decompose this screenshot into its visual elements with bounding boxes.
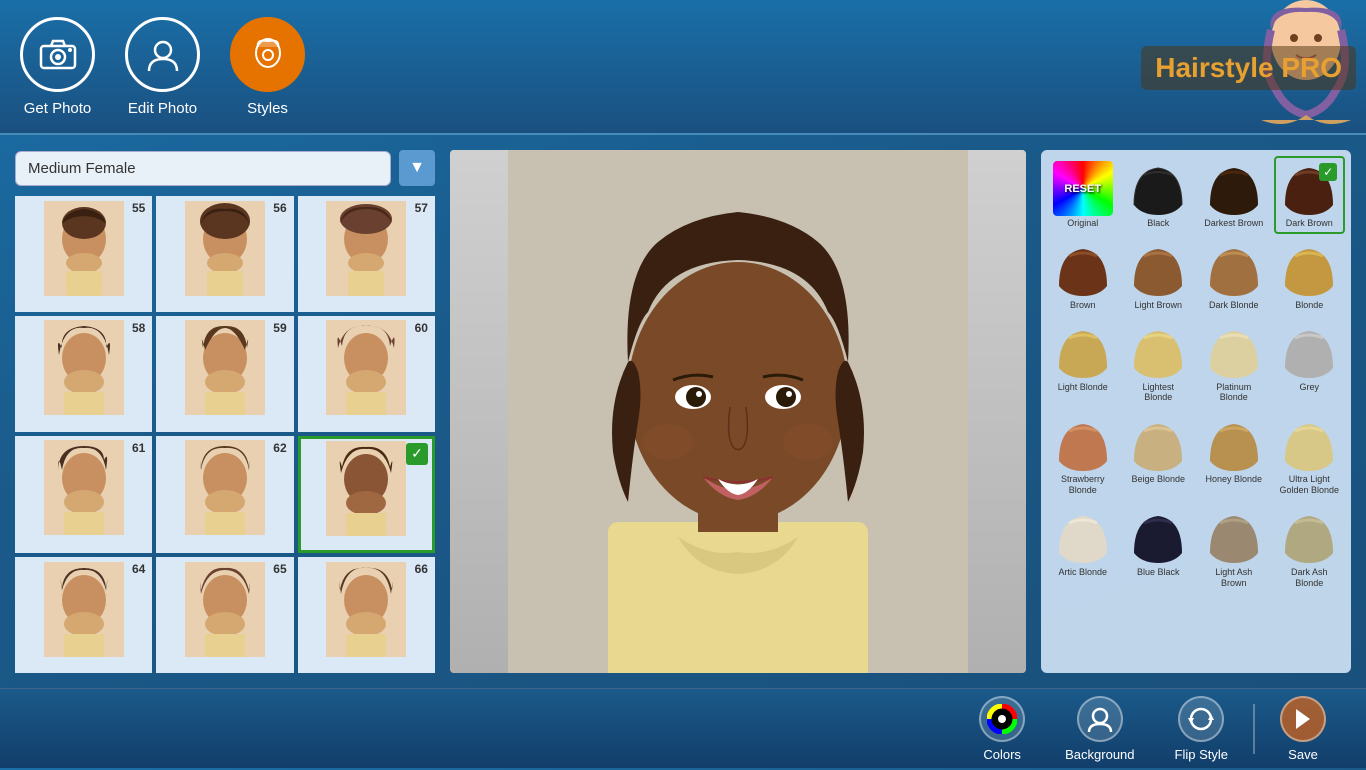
dropdown-arrow[interactable]: ▼ — [399, 150, 435, 186]
color-strawberry-blonde[interactable]: Strawberry Blonde — [1047, 412, 1119, 501]
center-photo — [450, 150, 1026, 673]
color-honey-blonde[interactable]: Honey Blonde — [1198, 412, 1270, 501]
main-content: Medium Female Short Female Long Female M… — [0, 135, 1366, 688]
nav-edit-photo[interactable]: Edit Photo — [125, 17, 200, 117]
flip-style-icon — [1178, 696, 1224, 742]
original-swatch: RESET — [1053, 161, 1113, 216]
color-lightest-blonde[interactable]: Lightest Blonde — [1123, 320, 1195, 409]
style-item-59[interactable]: 59 — [156, 316, 293, 432]
bottom-bar: Colors Background Flip Style Sav — [0, 688, 1366, 768]
color-ultra-light-golden-blonde[interactable]: Ultra Light Golden Blonde — [1274, 412, 1346, 501]
black-swatch — [1128, 161, 1188, 216]
category-select[interactable]: Medium Female Short Female Long Female M… — [15, 151, 391, 186]
color-brown[interactable]: Brown — [1047, 238, 1119, 316]
save-button[interactable]: Save — [1260, 688, 1346, 770]
color-panel: RESET Original Black Darkest Brown — [1041, 150, 1351, 673]
color-blonde[interactable]: Blonde — [1274, 238, 1346, 316]
style-item-61[interactable]: 61 — [15, 436, 152, 554]
color-dark-blonde[interactable]: Dark Blonde — [1198, 238, 1270, 316]
dark-brown-swatch: ✓ — [1279, 161, 1339, 216]
save-label: Save — [1288, 747, 1318, 762]
divider — [1253, 704, 1255, 754]
background-icon — [1077, 696, 1123, 742]
color-beige-blonde[interactable]: Beige Blonde — [1123, 412, 1195, 501]
color-dark-brown[interactable]: ✓ Dark Brown — [1274, 156, 1346, 234]
colors-button[interactable]: Colors — [959, 688, 1045, 770]
color-blue-black[interactable]: Blue Black — [1123, 505, 1195, 594]
color-light-brown[interactable]: Light Brown — [1123, 238, 1195, 316]
photo-display — [450, 150, 1026, 673]
nav-get-photo[interactable]: Get Photo — [20, 17, 95, 117]
styles-label: Styles — [247, 100, 288, 117]
style-item-62[interactable]: 62 — [156, 436, 293, 554]
style-grid: 55 56 — [15, 196, 435, 673]
edit-photo-label: Edit Photo — [128, 100, 197, 117]
color-original[interactable]: RESET Original — [1047, 156, 1119, 234]
background-label: Background — [1065, 747, 1134, 762]
style-item-66[interactable]: 66 — [298, 557, 435, 673]
flip-style-label: Flip Style — [1175, 747, 1228, 762]
dark-brown-label: Dark Brown — [1286, 218, 1333, 229]
black-label: Black — [1147, 218, 1169, 229]
color-darkest-brown[interactable]: Darkest Brown — [1198, 156, 1270, 234]
style-item-65[interactable]: 65 — [156, 557, 293, 673]
selected-check: ✓ — [406, 443, 428, 465]
style-item-64[interactable]: 64 — [15, 557, 152, 673]
left-panel: Medium Female Short Female Long Female M… — [15, 150, 435, 673]
style-item-55[interactable]: 55 — [15, 196, 152, 312]
original-label: Original — [1067, 218, 1098, 229]
style-item-57[interactable]: 57 — [298, 196, 435, 312]
color-black[interactable]: Black — [1123, 156, 1195, 234]
logo-area: Hairstyle PRO — [1086, 0, 1366, 135]
save-icon — [1280, 696, 1326, 742]
colors-icon — [979, 696, 1025, 742]
app-title: Hairstyle PRO — [1141, 46, 1356, 90]
colors-label: Colors — [983, 747, 1021, 762]
style-item-58[interactable]: 58 — [15, 316, 152, 432]
color-grey[interactable]: Grey — [1274, 320, 1346, 409]
dropdown-row: Medium Female Short Female Long Female M… — [15, 150, 435, 186]
style-item-63[interactable]: ✓ — [298, 436, 435, 554]
darkest-brown-swatch — [1204, 161, 1264, 216]
background-button[interactable]: Background — [1045, 688, 1154, 770]
top-nav: Get Photo Edit Photo Styles Hairstyle PR… — [0, 0, 1366, 135]
flip-style-button[interactable]: Flip Style — [1155, 688, 1248, 770]
color-dark-ash-blonde[interactable]: Dark Ash Blonde — [1274, 505, 1346, 594]
color-artic-blonde[interactable]: Artic Blonde — [1047, 505, 1119, 594]
nav-styles[interactable]: Styles — [230, 17, 305, 117]
color-light-blonde[interactable]: Light Blonde — [1047, 320, 1119, 409]
color-light-ash-brown[interactable]: Light Ash Brown — [1198, 505, 1270, 594]
style-item-56[interactable]: 56 — [156, 196, 293, 312]
color-platinum-blonde[interactable]: Platinum Blonde — [1198, 320, 1270, 409]
get-photo-icon — [20, 17, 95, 92]
edit-photo-icon — [125, 17, 200, 92]
get-photo-label: Get Photo — [24, 100, 92, 117]
style-item-60[interactable]: 60 — [298, 316, 435, 432]
styles-icon — [230, 17, 305, 92]
darkest-brown-label: Darkest Brown — [1204, 218, 1263, 229]
